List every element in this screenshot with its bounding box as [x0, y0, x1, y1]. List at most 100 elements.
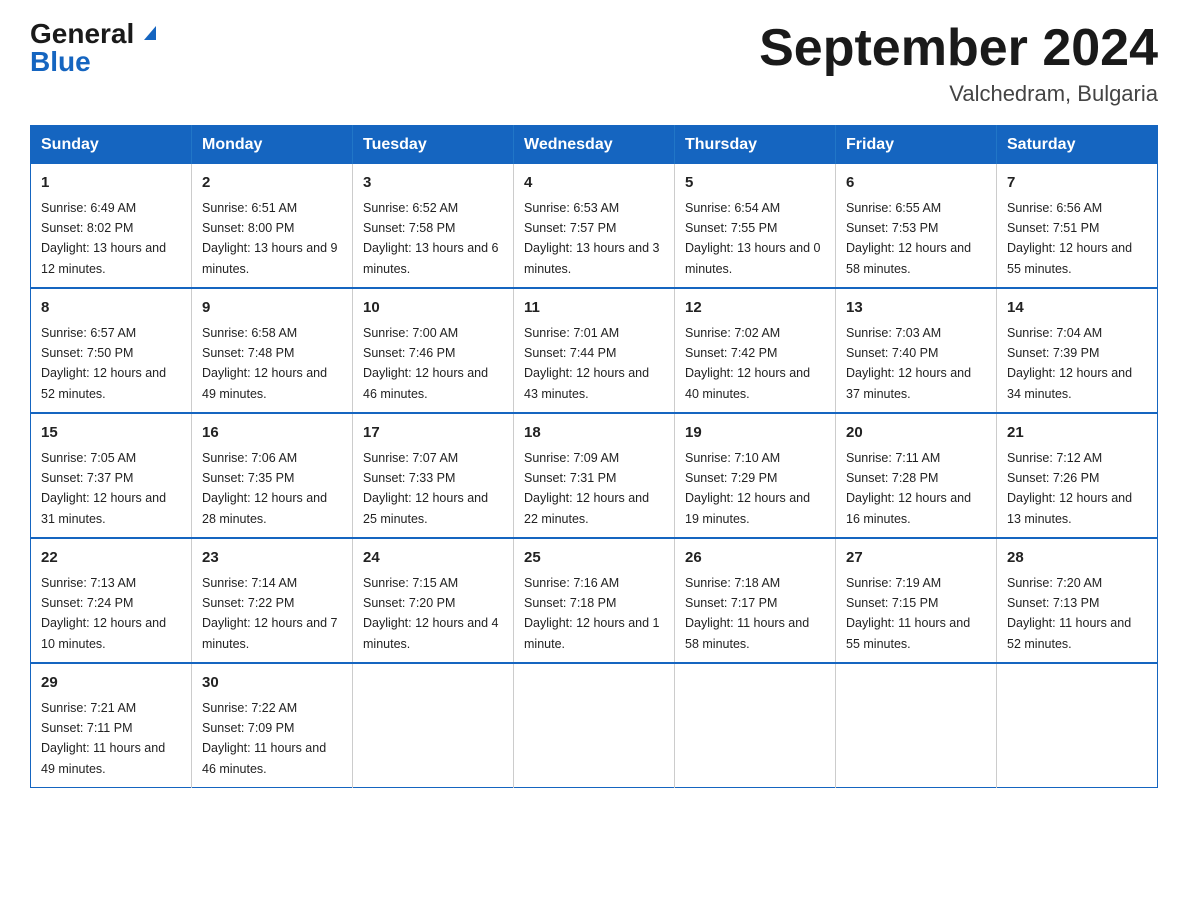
calendar-cell: 7 Sunrise: 6:56 AMSunset: 7:51 PMDayligh… — [997, 164, 1158, 288]
calendar-cell: 25 Sunrise: 7:16 AMSunset: 7:18 PMDaylig… — [514, 538, 675, 663]
day-info: Sunrise: 6:55 AMSunset: 7:53 PMDaylight:… — [846, 201, 971, 276]
calendar-cell: 14 Sunrise: 7:04 AMSunset: 7:39 PMDaylig… — [997, 288, 1158, 413]
day-number: 11 — [524, 297, 664, 320]
calendar-cell: 15 Sunrise: 7:05 AMSunset: 7:37 PMDaylig… — [31, 413, 192, 538]
calendar-week-row: 1 Sunrise: 6:49 AMSunset: 8:02 PMDayligh… — [31, 164, 1158, 288]
day-number: 17 — [363, 422, 503, 445]
day-number: 21 — [1007, 422, 1147, 445]
calendar-week-row: 8 Sunrise: 6:57 AMSunset: 7:50 PMDayligh… — [31, 288, 1158, 413]
calendar-cell: 29 Sunrise: 7:21 AMSunset: 7:11 PMDaylig… — [31, 663, 192, 788]
calendar-cell: 26 Sunrise: 7:18 AMSunset: 7:17 PMDaylig… — [675, 538, 836, 663]
day-info: Sunrise: 6:51 AMSunset: 8:00 PMDaylight:… — [202, 201, 338, 276]
day-info: Sunrise: 7:18 AMSunset: 7:17 PMDaylight:… — [685, 576, 809, 651]
day-number: 30 — [202, 672, 342, 695]
title-area: September 2024 Valchedram, Bulgaria — [759, 20, 1158, 107]
day-number: 4 — [524, 172, 664, 195]
calendar-cell: 30 Sunrise: 7:22 AMSunset: 7:09 PMDaylig… — [192, 663, 353, 788]
calendar-week-row: 22 Sunrise: 7:13 AMSunset: 7:24 PMDaylig… — [31, 538, 1158, 663]
logo-triangle-icon — [144, 26, 156, 40]
weekday-header-monday: Monday — [192, 126, 353, 165]
day-info: Sunrise: 7:07 AMSunset: 7:33 PMDaylight:… — [363, 451, 488, 526]
day-number: 13 — [846, 297, 986, 320]
calendar-cell: 11 Sunrise: 7:01 AMSunset: 7:44 PMDaylig… — [514, 288, 675, 413]
day-number: 24 — [363, 547, 503, 570]
day-number: 7 — [1007, 172, 1147, 195]
calendar-cell — [997, 663, 1158, 788]
day-number: 25 — [524, 547, 664, 570]
day-number: 1 — [41, 172, 181, 195]
day-number: 9 — [202, 297, 342, 320]
day-info: Sunrise: 7:20 AMSunset: 7:13 PMDaylight:… — [1007, 576, 1131, 651]
calendar-cell: 22 Sunrise: 7:13 AMSunset: 7:24 PMDaylig… — [31, 538, 192, 663]
logo-text: General — [30, 20, 156, 48]
day-number: 19 — [685, 422, 825, 445]
weekday-header-tuesday: Tuesday — [353, 126, 514, 165]
day-number: 26 — [685, 547, 825, 570]
weekday-header-wednesday: Wednesday — [514, 126, 675, 165]
calendar-cell: 3 Sunrise: 6:52 AMSunset: 7:58 PMDayligh… — [353, 164, 514, 288]
day-info: Sunrise: 7:15 AMSunset: 7:20 PMDaylight:… — [363, 576, 499, 651]
day-info: Sunrise: 7:11 AMSunset: 7:28 PMDaylight:… — [846, 451, 971, 526]
day-number: 6 — [846, 172, 986, 195]
calendar-cell: 16 Sunrise: 7:06 AMSunset: 7:35 PMDaylig… — [192, 413, 353, 538]
calendar-cell: 5 Sunrise: 6:54 AMSunset: 7:55 PMDayligh… — [675, 164, 836, 288]
day-number: 23 — [202, 547, 342, 570]
calendar-cell: 6 Sunrise: 6:55 AMSunset: 7:53 PMDayligh… — [836, 164, 997, 288]
calendar-cell: 8 Sunrise: 6:57 AMSunset: 7:50 PMDayligh… — [31, 288, 192, 413]
calendar-cell: 18 Sunrise: 7:09 AMSunset: 7:31 PMDaylig… — [514, 413, 675, 538]
month-year-title: September 2024 — [759, 20, 1158, 77]
day-number: 2 — [202, 172, 342, 195]
calendar-cell: 23 Sunrise: 7:14 AMSunset: 7:22 PMDaylig… — [192, 538, 353, 663]
calendar-cell: 28 Sunrise: 7:20 AMSunset: 7:13 PMDaylig… — [997, 538, 1158, 663]
day-info: Sunrise: 7:03 AMSunset: 7:40 PMDaylight:… — [846, 326, 971, 401]
logo-blue: Blue — [30, 48, 91, 76]
calendar-cell: 4 Sunrise: 6:53 AMSunset: 7:57 PMDayligh… — [514, 164, 675, 288]
day-number: 15 — [41, 422, 181, 445]
calendar-cell: 27 Sunrise: 7:19 AMSunset: 7:15 PMDaylig… — [836, 538, 997, 663]
day-info: Sunrise: 7:04 AMSunset: 7:39 PMDaylight:… — [1007, 326, 1132, 401]
calendar-table: SundayMondayTuesdayWednesdayThursdayFrid… — [30, 125, 1158, 788]
day-info: Sunrise: 7:14 AMSunset: 7:22 PMDaylight:… — [202, 576, 338, 651]
page-header: General Blue September 2024 Valchedram, … — [30, 20, 1158, 107]
day-info: Sunrise: 6:49 AMSunset: 8:02 PMDaylight:… — [41, 201, 166, 276]
calendar-week-row: 29 Sunrise: 7:21 AMSunset: 7:11 PMDaylig… — [31, 663, 1158, 788]
weekday-header-row: SundayMondayTuesdayWednesdayThursdayFrid… — [31, 126, 1158, 165]
day-number: 29 — [41, 672, 181, 695]
day-info: Sunrise: 7:05 AMSunset: 7:37 PMDaylight:… — [41, 451, 166, 526]
day-number: 5 — [685, 172, 825, 195]
calendar-cell: 21 Sunrise: 7:12 AMSunset: 7:26 PMDaylig… — [997, 413, 1158, 538]
weekday-header-thursday: Thursday — [675, 126, 836, 165]
day-info: Sunrise: 6:57 AMSunset: 7:50 PMDaylight:… — [41, 326, 166, 401]
calendar-cell: 20 Sunrise: 7:11 AMSunset: 7:28 PMDaylig… — [836, 413, 997, 538]
day-info: Sunrise: 7:12 AMSunset: 7:26 PMDaylight:… — [1007, 451, 1132, 526]
day-number: 14 — [1007, 297, 1147, 320]
day-info: Sunrise: 7:00 AMSunset: 7:46 PMDaylight:… — [363, 326, 488, 401]
weekday-header-saturday: Saturday — [997, 126, 1158, 165]
calendar-cell: 13 Sunrise: 7:03 AMSunset: 7:40 PMDaylig… — [836, 288, 997, 413]
day-number: 27 — [846, 547, 986, 570]
day-info: Sunrise: 6:56 AMSunset: 7:51 PMDaylight:… — [1007, 201, 1132, 276]
calendar-cell — [675, 663, 836, 788]
day-number: 8 — [41, 297, 181, 320]
calendar-cell — [836, 663, 997, 788]
calendar-cell: 1 Sunrise: 6:49 AMSunset: 8:02 PMDayligh… — [31, 164, 192, 288]
day-number: 12 — [685, 297, 825, 320]
calendar-cell: 17 Sunrise: 7:07 AMSunset: 7:33 PMDaylig… — [353, 413, 514, 538]
weekday-header-sunday: Sunday — [31, 126, 192, 165]
day-number: 3 — [363, 172, 503, 195]
calendar-cell: 2 Sunrise: 6:51 AMSunset: 8:00 PMDayligh… — [192, 164, 353, 288]
day-info: Sunrise: 7:09 AMSunset: 7:31 PMDaylight:… — [524, 451, 649, 526]
day-info: Sunrise: 7:10 AMSunset: 7:29 PMDaylight:… — [685, 451, 810, 526]
day-number: 18 — [524, 422, 664, 445]
calendar-cell: 10 Sunrise: 7:00 AMSunset: 7:46 PMDaylig… — [353, 288, 514, 413]
day-number: 16 — [202, 422, 342, 445]
calendar-week-row: 15 Sunrise: 7:05 AMSunset: 7:37 PMDaylig… — [31, 413, 1158, 538]
day-info: Sunrise: 7:02 AMSunset: 7:42 PMDaylight:… — [685, 326, 810, 401]
calendar-cell — [514, 663, 675, 788]
day-number: 22 — [41, 547, 181, 570]
day-number: 10 — [363, 297, 503, 320]
day-info: Sunrise: 6:54 AMSunset: 7:55 PMDaylight:… — [685, 201, 821, 276]
location-subtitle: Valchedram, Bulgaria — [759, 81, 1158, 107]
weekday-header-friday: Friday — [836, 126, 997, 165]
day-info: Sunrise: 7:13 AMSunset: 7:24 PMDaylight:… — [41, 576, 166, 651]
